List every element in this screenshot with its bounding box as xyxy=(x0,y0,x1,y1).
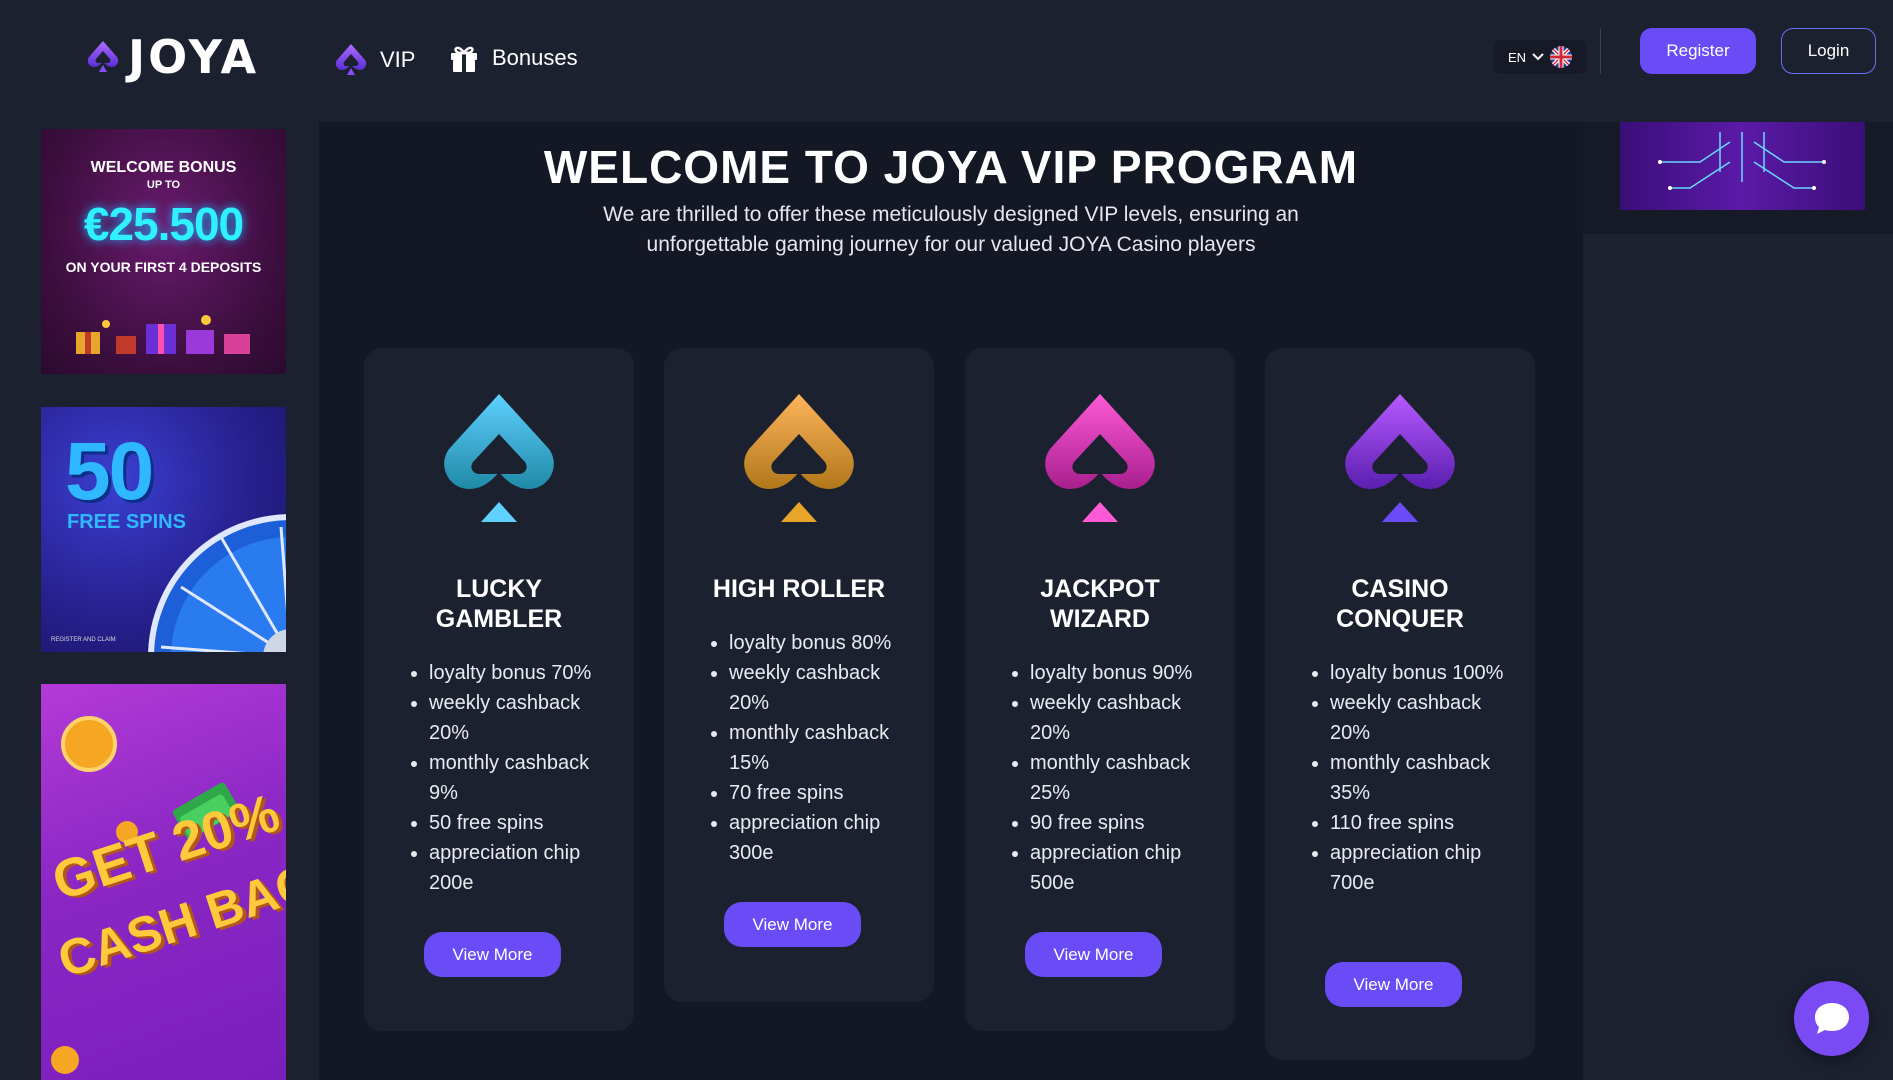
joya-logo[interactable]: JOYA xyxy=(86,30,259,84)
vip-card-benefits: loyalty bonus 70% weekly cashback 20% mo… xyxy=(409,658,619,898)
spade-icon xyxy=(1045,394,1155,522)
vip-card-title: LUCKY GAMBLER xyxy=(435,575,563,633)
list-item: loyalty bonus 100% xyxy=(1330,658,1520,688)
login-button[interactable]: Login xyxy=(1781,28,1876,74)
welcome-bonus-banner[interactable]: WELCOME BONUS UP TO €25.500 ON YOUR FIRS… xyxy=(41,129,286,374)
list-item: weekly cashback 20% xyxy=(729,658,919,718)
list-item: 110 free spins xyxy=(1330,808,1520,838)
page-subtitle: We are thrilled to offer these meticulou… xyxy=(603,203,1299,256)
header-divider xyxy=(1600,28,1601,74)
list-item: appreciation chip 300e xyxy=(729,808,919,868)
vip-card-benefits: loyalty bonus 100% weekly cashback 20% m… xyxy=(1310,658,1520,898)
vip-program-panel: WELCOME TO JOYA VIP PROGRAM We are thril… xyxy=(319,122,1583,1080)
chevron-down-icon xyxy=(1532,53,1544,61)
view-more-button[interactable]: View More xyxy=(1325,962,1462,1007)
view-more-button[interactable]: View More xyxy=(1025,932,1162,977)
list-item: weekly cashback 20% xyxy=(1030,688,1220,748)
list-item: weekly cashback 20% xyxy=(429,688,619,748)
list-item: 50 free spins xyxy=(429,808,619,838)
list-item: appreciation chip 500e xyxy=(1030,838,1220,898)
list-item: 90 free spins xyxy=(1030,808,1220,838)
vip-card-title: CASINO CONQUER xyxy=(1336,575,1464,633)
spade-icon xyxy=(335,44,367,75)
list-item: weekly cashback 20% xyxy=(1330,688,1520,748)
wheel-icon xyxy=(148,514,286,652)
free-spins-caption: REGISTER AND CLAIM xyxy=(51,637,116,643)
welcome-bonus-subtitle: ON YOUR FIRST 4 DEPOSITS xyxy=(65,259,262,275)
vip-card-casino-conquer: CASINO CONQUER loyalty bonus 100% weekly… xyxy=(1265,348,1535,1060)
spade-icon xyxy=(444,394,554,522)
list-item: appreciation chip 700e xyxy=(1330,838,1520,898)
free-spins-banner[interactable]: 50 FREE SPINS REGISTER AND CLAIM xyxy=(41,407,286,652)
vip-card-title: JACKPOT WIZARD xyxy=(1040,575,1160,633)
vip-card-benefits: loyalty bonus 90% weekly cashback 20% mo… xyxy=(1010,658,1220,898)
uk-flag-icon xyxy=(1550,46,1573,68)
gifts-illustration-icon xyxy=(76,315,250,354)
list-item: loyalty bonus 80% xyxy=(729,628,919,658)
chat-bubble-icon xyxy=(1814,1002,1849,1034)
register-button[interactable]: Register xyxy=(1640,28,1756,74)
welcome-bonus-title: WELCOME BONUS xyxy=(90,159,237,176)
welcome-bonus-amount: €25.500 xyxy=(83,198,244,250)
logo-text: JOYA xyxy=(128,30,260,84)
chat-button[interactable] xyxy=(1794,981,1869,1056)
spade-icon xyxy=(1345,394,1455,522)
list-item: monthly cashback 9% xyxy=(429,748,619,808)
nav-bonuses[interactable]: Bonuses xyxy=(448,42,578,74)
list-item: appreciation chip 200e xyxy=(429,838,619,898)
top-header: JOYA VIP Bonuses EN Register Login xyxy=(0,0,1893,122)
list-item: monthly cashback 25% xyxy=(1030,748,1220,808)
language-selector[interactable]: EN xyxy=(1494,40,1586,74)
language-code: EN xyxy=(1507,49,1527,65)
nav-vip-label: VIP xyxy=(380,47,416,72)
list-item: loyalty bonus 70% xyxy=(429,658,619,688)
spade-icon xyxy=(744,394,854,522)
nav-bonuses-label: Bonuses xyxy=(492,45,578,70)
list-item: loyalty bonus 90% xyxy=(1030,658,1220,688)
nav-vip[interactable]: VIP xyxy=(334,42,415,78)
vip-card-benefits: loyalty bonus 80% weekly cashback 20% mo… xyxy=(709,628,919,868)
vip-card-title: HIGH ROLLER xyxy=(712,575,886,603)
circuit-illustration-icon xyxy=(1658,132,1826,190)
gift-icon xyxy=(451,46,477,72)
list-item: monthly cashback 35% xyxy=(1330,748,1520,808)
vip-card-jackpot-wizard: JACKPOT WIZARD loyalty bonus 90% weekly … xyxy=(965,348,1235,1031)
view-more-button[interactable]: View More xyxy=(424,932,561,977)
vip-card-high-roller: HIGH ROLLER loyalty bonus 80% weekly cas… xyxy=(664,348,934,1002)
view-more-button[interactable]: View More xyxy=(724,902,861,947)
spade-logo-icon xyxy=(87,41,119,72)
list-item: 70 free spins xyxy=(729,778,919,808)
vip-card-lucky-gambler: LUCKY GAMBLER loyalty bonus 70% weekly c… xyxy=(364,348,634,1031)
welcome-bonus-upto: UP TO xyxy=(146,179,181,191)
list-item: monthly cashback 15% xyxy=(729,718,919,778)
right-promo-banner[interactable] xyxy=(1620,122,1865,210)
cashback-banner[interactable]: GET 20% CASH BACK xyxy=(41,684,286,1080)
page-title: WELCOME TO JOYA VIP PROGRAM xyxy=(543,141,1359,193)
